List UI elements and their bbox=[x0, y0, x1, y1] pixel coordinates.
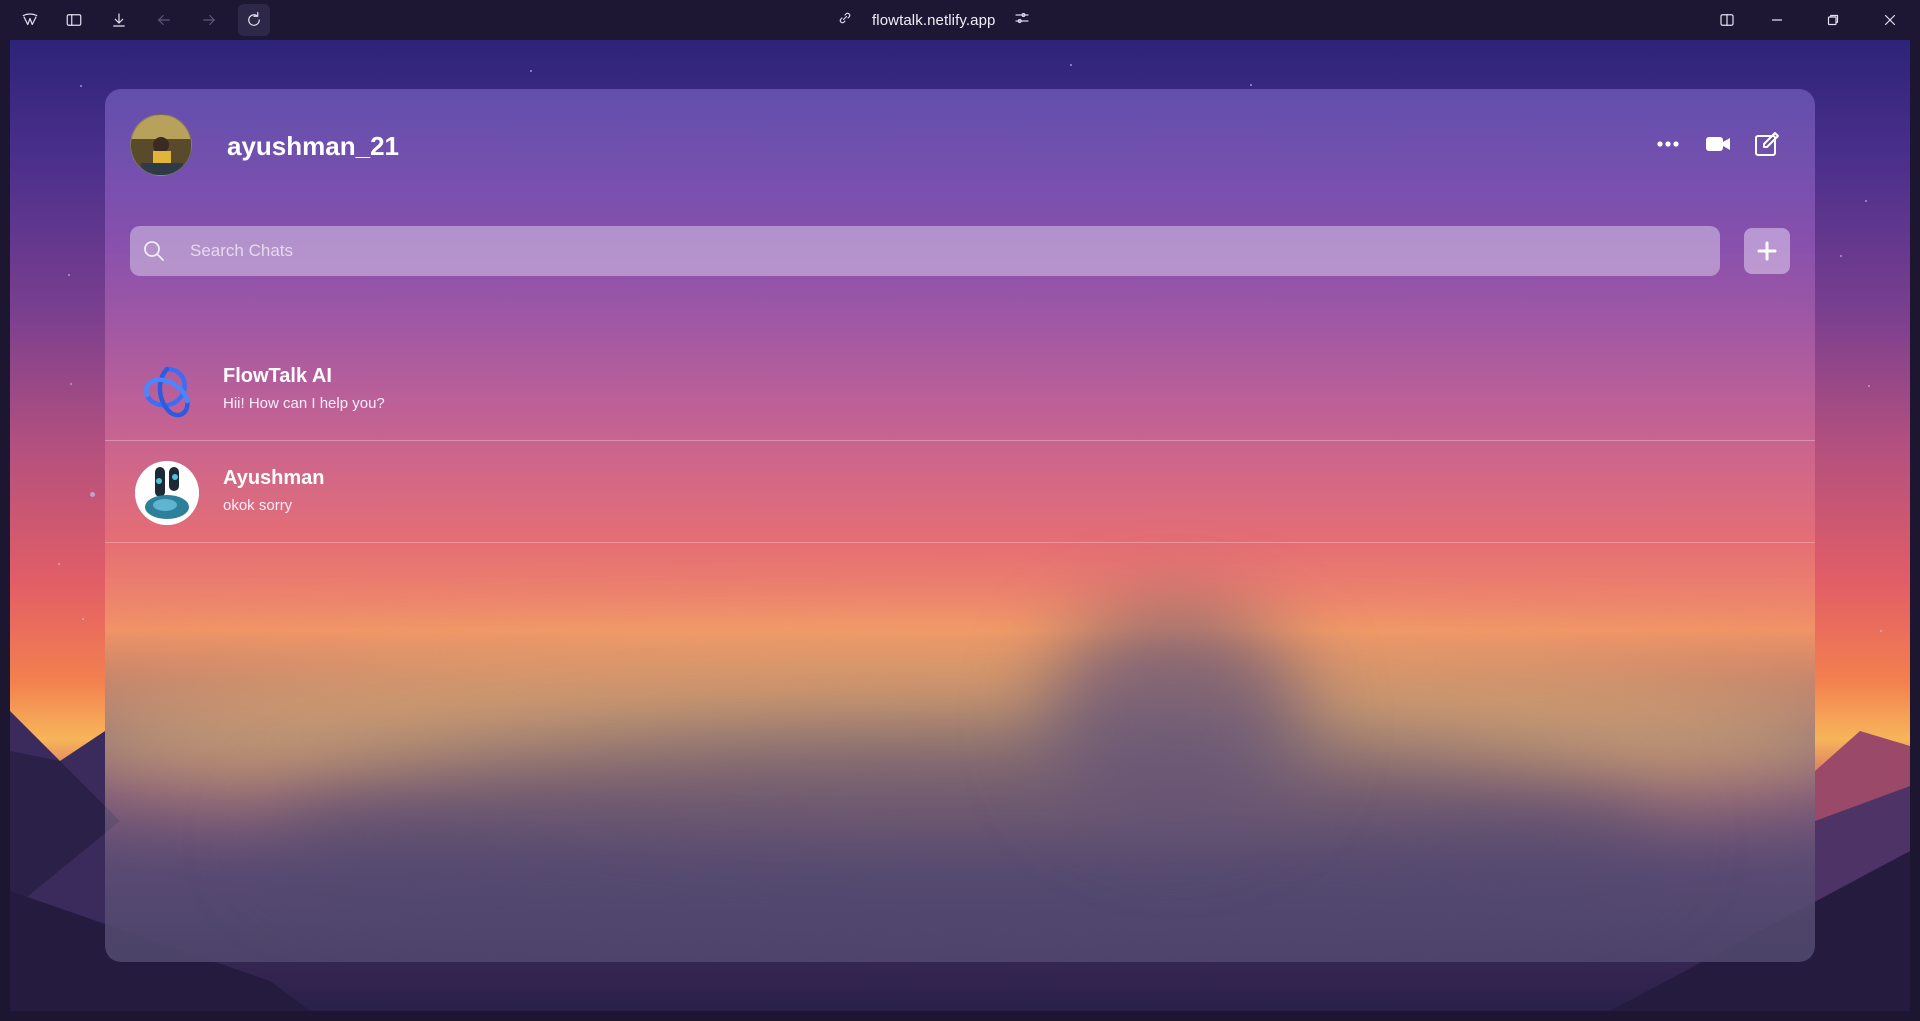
split-view-icon[interactable] bbox=[1711, 4, 1743, 36]
chat-last-message: Hii! How can I help you? bbox=[223, 395, 385, 412]
browser-logo-icon[interactable] bbox=[14, 4, 46, 36]
video-call-icon[interactable] bbox=[1703, 129, 1733, 159]
address-bar[interactable]: flowtalk.netlify.app bbox=[836, 6, 1031, 34]
chat-last-message: okok sorry bbox=[223, 497, 293, 514]
chat-list-panel: ayushman_21 Search Chats FlowTalk AI Hii… bbox=[105, 89, 1815, 962]
site-settings-icon[interactable] bbox=[1013, 9, 1031, 32]
back-arrow-icon[interactable] bbox=[148, 4, 180, 36]
url-text[interactable]: flowtalk.netlify.app bbox=[872, 12, 995, 29]
profile-avatar[interactable] bbox=[130, 114, 192, 176]
more-options-icon[interactable] bbox=[1653, 129, 1683, 159]
minimize-icon[interactable] bbox=[1761, 4, 1793, 36]
reload-icon[interactable] bbox=[238, 4, 270, 36]
sidebar-toggle-icon[interactable] bbox=[58, 4, 90, 36]
close-icon[interactable] bbox=[1874, 4, 1906, 36]
download-icon[interactable] bbox=[103, 4, 135, 36]
new-message-icon[interactable] bbox=[1752, 129, 1782, 159]
link-icon bbox=[836, 9, 854, 32]
page-background: ayushman_21 Search Chats FlowTalk AI Hii… bbox=[10, 40, 1910, 1011]
chat-list-item[interactable]: Ayushman okok sorry bbox=[105, 441, 1815, 543]
profile-username: ayushman_21 bbox=[227, 131, 399, 161]
search-bar bbox=[130, 226, 1720, 276]
forward-arrow-icon[interactable] bbox=[193, 4, 225, 36]
flowtalk-logo-icon bbox=[135, 359, 199, 423]
avatar bbox=[135, 461, 199, 525]
add-chat-button[interactable] bbox=[1744, 228, 1790, 274]
search-input[interactable] bbox=[190, 226, 1690, 276]
chat-list-item[interactable]: FlowTalk AI Hii! How can I help you? bbox=[105, 339, 1815, 441]
search-icon bbox=[142, 239, 166, 263]
browser-topbar: flowtalk.netlify.app bbox=[0, 0, 1920, 40]
chat-name: Ayushman bbox=[223, 467, 325, 489]
restore-icon[interactable] bbox=[1817, 4, 1849, 36]
chat-name: FlowTalk AI bbox=[223, 365, 332, 387]
